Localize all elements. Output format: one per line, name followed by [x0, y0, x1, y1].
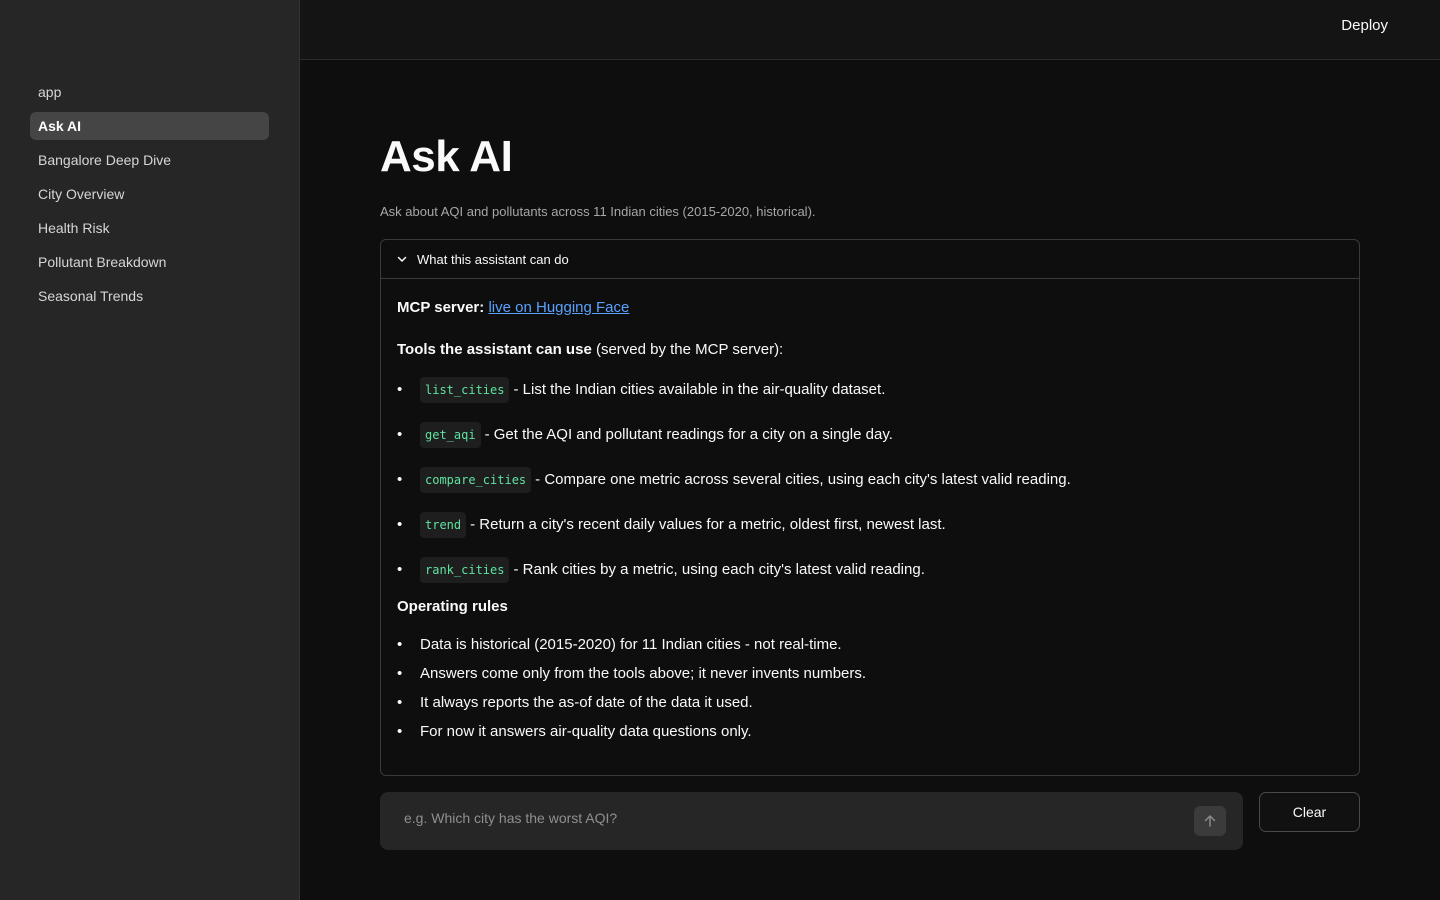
expander-label: What this assistant can do: [417, 251, 569, 267]
sidebar-item-bangalore-deep-dive[interactable]: Bangalore Deep Dive: [30, 146, 269, 174]
sidebar-item-pollutant-breakdown[interactable]: Pollutant Breakdown: [30, 248, 269, 276]
mcp-server-link[interactable]: live on Hugging Face: [488, 299, 629, 316]
tool-description: - Get the AQI and pollutant readings for…: [484, 425, 893, 443]
deploy-button[interactable]: Deploy: [1341, 17, 1388, 34]
page-title: Ask AI: [380, 132, 513, 181]
list-item: get_aqi- Get the AQI and pollutant readi…: [397, 412, 1343, 457]
tool-description: - Rank cities by a metric, using each ci…: [513, 560, 925, 578]
expander-body: MCP server: live on Hugging Face Tools t…: [381, 279, 1359, 764]
list-item: compare_cities- Compare one metric acros…: [397, 457, 1343, 502]
tools-heading-line: Tools the assistant can use (served by t…: [397, 339, 1343, 361]
sidebar-item-ask-ai[interactable]: Ask AI: [30, 112, 269, 140]
list-item: For now it answers air-quality data ques…: [397, 717, 1343, 746]
sidebar-item-app[interactable]: app: [30, 78, 269, 106]
rules-heading: Operating rules: [397, 598, 508, 615]
sidebar: app Ask AI Bangalore Deep Dive City Over…: [0, 0, 300, 900]
tool-name: list_cities: [420, 376, 510, 403]
tool-name: rank_cities: [420, 556, 510, 583]
sidebar-item-health-risk[interactable]: Health Risk: [30, 214, 269, 242]
tools-list: list_cities- List the Indian cities avai…: [397, 367, 1343, 592]
tool-description: - Compare one metric across several citi…: [535, 470, 1071, 488]
send-button[interactable]: [1194, 806, 1226, 836]
sidebar-item-seasonal-trends[interactable]: Seasonal Trends: [30, 282, 269, 310]
list-item: trend- Return a city's recent daily valu…: [397, 502, 1343, 547]
chat-input-container: [380, 792, 1243, 850]
list-item: Answers come only from the tools above; …: [397, 659, 1343, 688]
tool-description: - Return a city's recent daily values fo…: [470, 515, 946, 533]
arrow-up-icon: [1204, 815, 1216, 827]
top-header: Deploy: [300, 0, 1440, 60]
expander-toggle[interactable]: What this assistant can do: [381, 240, 1359, 279]
chevron-down-icon: [397, 256, 407, 262]
tool-description: - List the Indian cities available in th…: [513, 380, 886, 398]
mcp-server-label: MCP server:: [397, 299, 485, 316]
rules-list: Data is historical (2015-2020) for 11 In…: [397, 630, 1343, 746]
tool-name: get_aqi: [420, 421, 481, 448]
tools-heading-suffix: (served by the MCP server):: [591, 341, 784, 358]
tools-heading: Tools the assistant can use: [397, 341, 592, 358]
chat-input[interactable]: [404, 810, 1164, 826]
sidebar-item-city-overview[interactable]: City Overview: [30, 180, 269, 208]
tool-name: trend: [420, 511, 467, 538]
page-subtitle: Ask about AQI and pollutants across 11 I…: [380, 204, 816, 219]
list-item: list_cities- List the Indian cities avai…: [397, 367, 1343, 412]
sidebar-nav: app Ask AI Bangalore Deep Dive City Over…: [30, 78, 269, 316]
clear-button[interactable]: Clear: [1259, 792, 1360, 832]
capabilities-expander: What this assistant can do MCP server: l…: [380, 239, 1360, 776]
mcp-server-line: MCP server: live on Hugging Face: [397, 297, 1343, 319]
list-item: It always reports the as-of date of the …: [397, 688, 1343, 717]
tool-name: compare_cities: [420, 466, 532, 493]
list-item: rank_cities- Rank cities by a metric, us…: [397, 547, 1343, 592]
list-item: Data is historical (2015-2020) for 11 In…: [397, 630, 1343, 659]
